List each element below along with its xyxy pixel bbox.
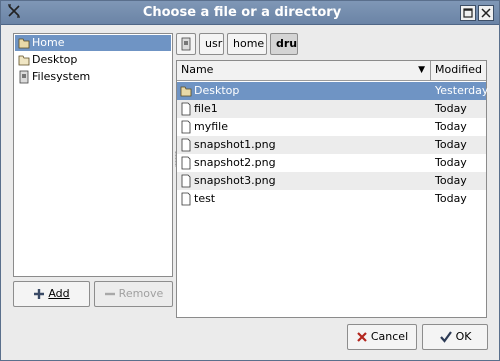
column-header-modified-label: Modified	[435, 63, 482, 76]
minus-icon	[104, 292, 115, 296]
window-title: Choose a file or a directory	[142, 5, 342, 20]
column-header-modified[interactable]: Modified	[431, 61, 486, 81]
maximize-icon	[463, 8, 473, 18]
column-header-name-label: Name	[181, 63, 214, 76]
file-modified: Today	[435, 156, 467, 169]
sidebar-item-desktop[interactable]: Desktop	[15, 52, 171, 68]
sidebar-item-label: Desktop	[32, 53, 78, 66]
folder-icon	[180, 86, 192, 97]
file-icon	[181, 138, 191, 152]
file-modified: Today	[435, 138, 467, 151]
sidebar-item-label: Home	[32, 36, 65, 49]
file-modified: Today	[435, 192, 467, 205]
add-button-label: Add	[48, 287, 70, 300]
path-segment-usr[interactable]: usr	[199, 33, 224, 55]
file-row-file1[interactable]: file1 Today	[177, 100, 486, 118]
sidebar-item-filesystem[interactable]: Filesystem	[15, 69, 171, 85]
file-name: snapshot3.png	[194, 174, 276, 187]
sidebar-item-label: Filesystem	[32, 70, 91, 83]
column-header-name[interactable]: Name ▼	[177, 61, 431, 81]
file-name: snapshot2.png	[194, 156, 276, 169]
remove-button-label: Remove	[118, 287, 164, 300]
path-root-button[interactable]	[176, 33, 196, 55]
sort-descending-icon: ▼	[418, 65, 425, 75]
file-modified: Today	[435, 174, 467, 187]
file-modified: Today	[435, 102, 467, 115]
file-row-test[interactable]: test Today	[177, 190, 486, 208]
cancel-button[interactable]: Cancel	[347, 324, 417, 350]
file-row-snapshot2[interactable]: snapshot2.png Today	[177, 154, 486, 172]
file-row-myfile[interactable]: myfile Today	[177, 118, 486, 136]
ok-icon	[439, 331, 452, 343]
ok-button-label: OK	[455, 330, 472, 343]
path-segment-home[interactable]: home	[227, 33, 267, 55]
maximize-button[interactable]	[460, 5, 476, 21]
file-name: test	[194, 192, 216, 205]
sidebar-item-home[interactable]: Home	[15, 35, 171, 51]
file-icon	[181, 174, 191, 188]
path-segment-dru[interactable]: dru	[270, 33, 298, 55]
drive-icon	[181, 37, 191, 51]
file-row-snapshot1[interactable]: snapshot1.png Today	[177, 136, 486, 154]
file-icon	[181, 102, 191, 116]
file-name: snapshot1.png	[194, 138, 276, 151]
shortcuts-panel[interactable]: Home Desktop Filesystem	[13, 33, 173, 277]
file-name: Desktop	[194, 84, 240, 97]
file-modified: Today	[435, 120, 467, 133]
file-chooser-dialog: Choose a file or a directory Home Deskto…	[0, 0, 500, 361]
ok-button[interactable]: OK	[422, 324, 488, 350]
file-icon	[181, 192, 191, 206]
cancel-button-label: Cancel	[370, 330, 409, 343]
file-name: myfile	[194, 120, 228, 133]
remove-bookmark-button[interactable]: Remove	[94, 281, 173, 307]
file-row-snapshot3[interactable]: snapshot3.png Today	[177, 172, 486, 190]
file-modified: Yesterday	[435, 84, 489, 97]
drive-icon	[19, 70, 29, 84]
title-bar[interactable]: Choose a file or a directory	[1, 1, 499, 25]
file-list[interactable]: Name ▼ Modified Desktop Yesterday file1 …	[176, 60, 489, 318]
close-icon	[481, 8, 491, 18]
close-button[interactable]	[478, 5, 494, 21]
home-folder-icon	[18, 38, 30, 49]
file-icon	[181, 156, 191, 170]
file-name: file1	[194, 102, 218, 115]
app-icon[interactable]	[5, 4, 22, 21]
plus-icon	[34, 289, 45, 299]
file-row-desktop[interactable]: Desktop Yesterday	[177, 82, 489, 100]
folder-icon	[18, 55, 30, 66]
file-icon	[181, 120, 191, 134]
add-bookmark-button[interactable]: Add	[13, 281, 90, 307]
cancel-icon	[357, 332, 367, 342]
